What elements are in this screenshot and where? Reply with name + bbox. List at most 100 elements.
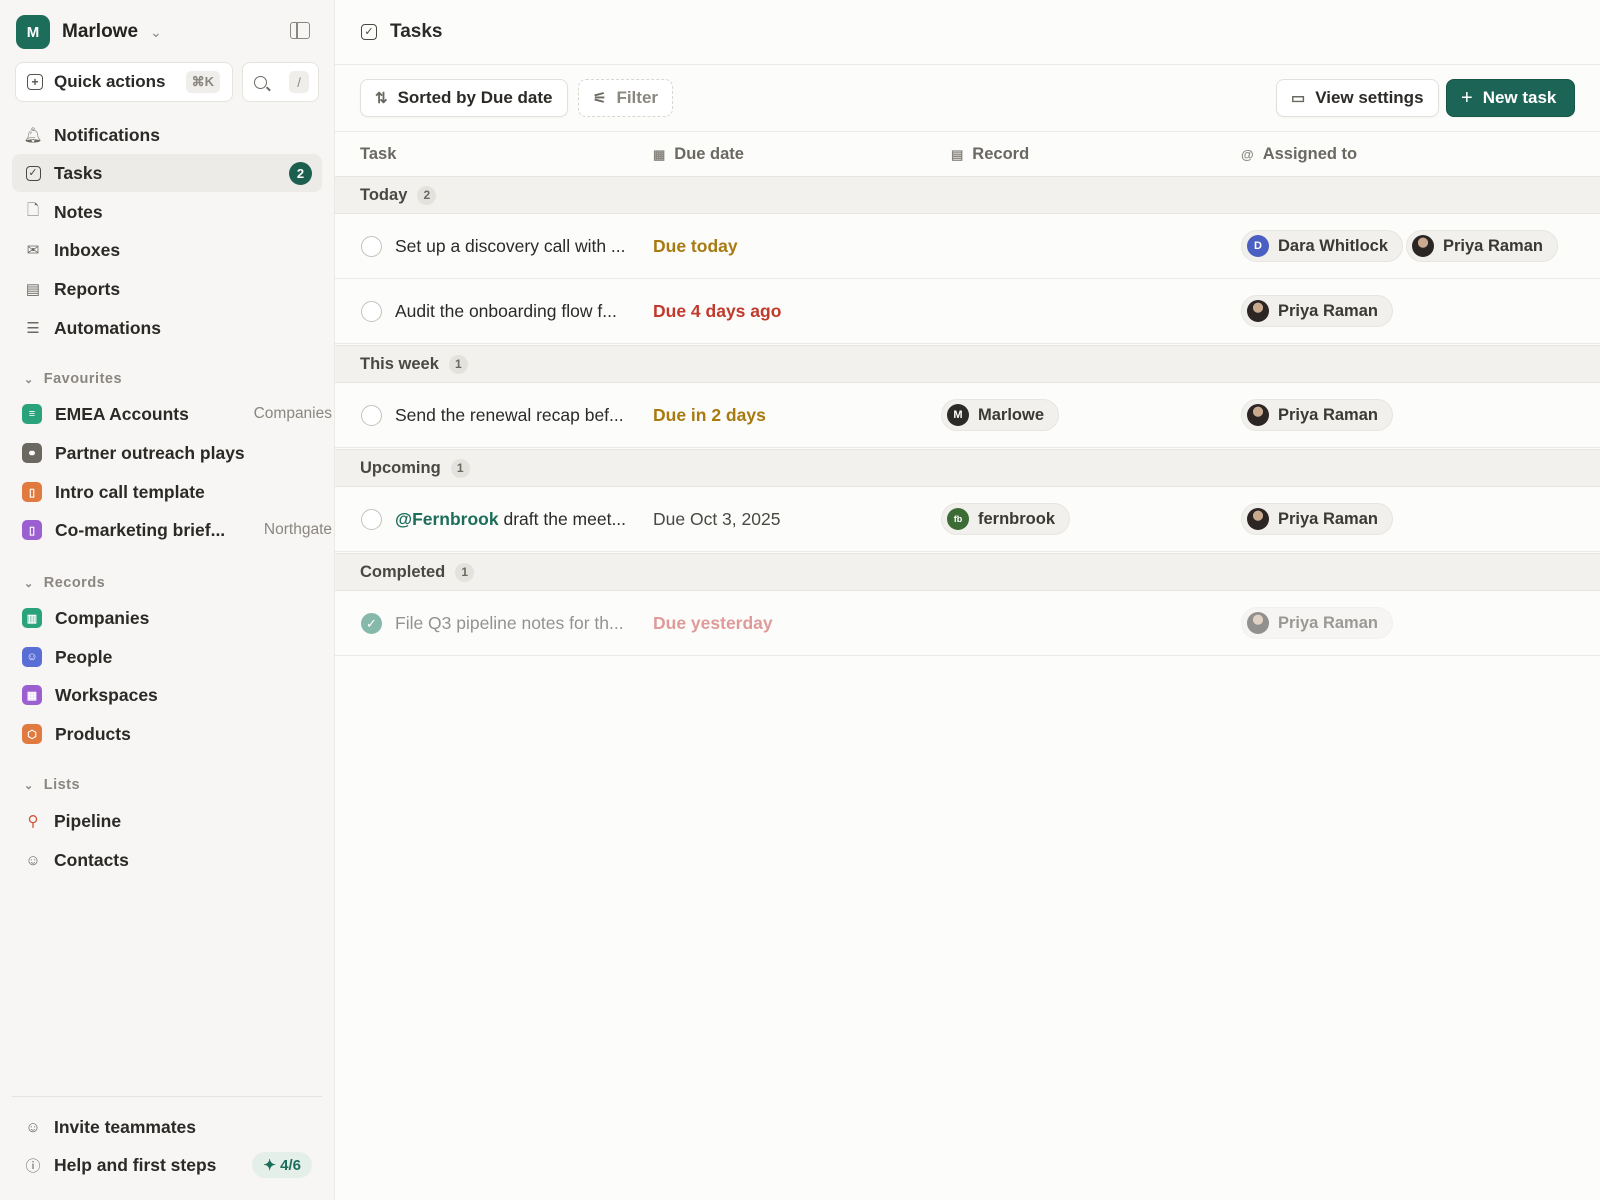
table-row[interactable]: Send the renewal recap bef... Due in 2 da… (335, 383, 1600, 448)
task-checkbox[interactable] (361, 509, 382, 530)
column-label: Assigned to (1262, 145, 1358, 163)
favourites-section-toggle[interactable]: ⌄ Favourites (24, 369, 122, 389)
nav-tasks[interactable]: ✓ Tasks 2 (12, 154, 322, 192)
due-date: Due in 2 days (653, 405, 766, 425)
nav-automations[interactable]: ☰ Automations (12, 309, 322, 347)
record-label: People (55, 646, 113, 667)
record-name: Marlowe (978, 405, 1045, 424)
nav-label: Automations (54, 317, 161, 338)
due-date: Due yesterday (653, 613, 773, 633)
assignee-avatar (1412, 235, 1434, 257)
table-row[interactable]: ✓ File Q3 pipeline notes for th... Due yes… (335, 591, 1600, 656)
group-header[interactable]: Today 2 (335, 176, 1600, 214)
column-task[interactable]: Task (360, 145, 396, 164)
task-checkbox[interactable] (361, 301, 382, 322)
assignee-name: Priya Raman (1443, 236, 1543, 255)
list-contacts[interactable]: ☺ Contacts (12, 841, 322, 879)
task-checkbox[interactable] (361, 405, 382, 426)
task-text: Audit the onboarding flow f... (395, 301, 617, 321)
assignee-chip[interactable]: Priya Raman (1241, 399, 1393, 431)
record-workspaces[interactable]: ▦ Workspaces (22, 676, 322, 714)
nav-label: Notes (54, 201, 103, 222)
quick-actions-label: Quick actions (54, 72, 166, 91)
quick-actions-button[interactable]: + Quick actions ⌘K (15, 62, 233, 102)
table-row[interactable]: Set up a discovery call with ... Due toda… (335, 214, 1600, 279)
assignee-chip[interactable]: Priya Raman (1241, 295, 1393, 327)
toggle-sidebar-icon[interactable] (290, 22, 310, 39)
nav-notes[interactable]: 🗋 Notes (12, 193, 322, 231)
task-title[interactable]: @Fernbrook draft the meet... (395, 509, 635, 530)
favourite-intro-call[interactable]: ▯ Intro call template (22, 473, 322, 511)
group-header[interactable]: Upcoming 1 (335, 449, 1600, 487)
lists-section-toggle[interactable]: ⌄ Lists (24, 775, 80, 795)
favourite-emea-accounts[interactable]: ≡ EMEA Accounts Companies (22, 395, 332, 433)
task-title[interactable]: Set up a discovery call with ... (395, 236, 635, 257)
chevron-down-icon: ⌄ (150, 23, 162, 40)
assignee-avatar: D (1247, 235, 1269, 257)
column-record[interactable]: ▤ Record (951, 145, 1029, 164)
task-checkbox[interactable] (361, 236, 382, 257)
task-title[interactable]: File Q3 pipeline notes for th... (395, 613, 635, 634)
nav-label: Reports (54, 278, 121, 299)
group-label: Today (360, 185, 408, 204)
table-row[interactable]: Audit the onboarding flow f... Due 4 days… (335, 279, 1600, 344)
record-products[interactable]: ⬡ Products (22, 715, 322, 753)
list-icon: ≡ (22, 404, 42, 424)
task-title[interactable]: Send the renewal recap bef... (395, 405, 635, 426)
group-count: 2 (417, 185, 437, 205)
favourite-partner-outreach[interactable]: ⚭ Partner outreach plays (22, 434, 322, 472)
nav-inboxes[interactable]: ✉ Inboxes (12, 231, 322, 269)
nav-label: Inboxes (54, 239, 121, 260)
table-row[interactable]: @Fernbrook draft the meet... Due Oct 3, 2… (335, 487, 1600, 552)
pin-icon: ⚲ (27, 813, 39, 830)
column-assigned-to[interactable]: @ Assigned to (1241, 145, 1357, 164)
chart-icon: ▤ (25, 281, 41, 298)
records-section-toggle[interactable]: ⌄ Records (24, 573, 105, 593)
task-check-icon: ✓ (24, 165, 42, 181)
filter-button[interactable]: ⚟ Filter (578, 79, 674, 117)
task-checkbox[interactable]: ✓ (361, 613, 382, 634)
task-check-icon: ✓ (361, 24, 377, 40)
list-pipeline[interactable]: ⚲ Pipeline (12, 802, 322, 840)
group-header[interactable]: Completed 1 (335, 553, 1600, 591)
sort-label: Sorted by Due date (397, 88, 553, 107)
assignee-chip[interactable]: Priya Raman (1241, 607, 1393, 639)
search-button[interactable]: / (242, 62, 319, 102)
assignee-chip[interactable]: Priya Raman (1406, 230, 1558, 262)
record-chip[interactable]: fb fernbrook (941, 503, 1071, 535)
assignee-chip[interactable]: Priya Raman (1241, 503, 1393, 535)
workspace-switcher[interactable]: M Marlowe ⌄ (16, 15, 162, 49)
assignee-name: Priya Raman (1278, 509, 1378, 528)
automation-icon: ☰ (26, 320, 40, 337)
tasks-count-badge: 2 (289, 161, 312, 185)
group-label: This week (360, 354, 439, 373)
progress-value: 4/6 (280, 1157, 301, 1174)
column-due-date[interactable]: ▦ Due date (653, 145, 744, 164)
task-mention[interactable]: @Fernbrook (395, 509, 499, 529)
toolbar: ⇅ Sorted by Due date ⚟ Filter ▭ View set… (335, 65, 1600, 132)
record-avatar: M (947, 404, 969, 426)
main-content: ✓ Tasks ⇅ Sorted by Due date ⚟ Filter ▭ … (335, 0, 1600, 1200)
table-view-icon: ▭ (1291, 90, 1306, 107)
workspace-icon: ▦ (22, 685, 42, 705)
help-first-steps-button[interactable]: ⓘ Help and first steps ✦ 4/6 (12, 1146, 322, 1184)
at-icon: @ (1241, 147, 1254, 162)
sort-button[interactable]: ⇅ Sorted by Due date (360, 79, 568, 117)
favourite-label: Partner outreach plays (55, 442, 245, 463)
column-label: Task (360, 145, 397, 163)
task-title[interactable]: Audit the onboarding flow f... (395, 301, 635, 322)
record-companies[interactable]: ▥ Companies (22, 599, 322, 637)
nav-reports[interactable]: ▤ Reports (12, 270, 322, 308)
invite-teammates-button[interactable]: ☺ Invite teammates (12, 1108, 322, 1146)
record-chip[interactable]: M Marlowe (941, 399, 1060, 431)
assignee-chip[interactable]: D Dara Whitlock (1241, 230, 1404, 262)
new-task-button[interactable]: + New task (1446, 79, 1575, 117)
task-text: File Q3 pipeline notes for th... (395, 613, 624, 633)
view-settings-button[interactable]: ▭ View settings (1276, 79, 1439, 117)
favourite-co-marketing[interactable]: ▯ Co-marketing brief... Northgate (22, 511, 332, 549)
mail-icon: ✉ (26, 242, 40, 259)
nav-label: Tasks (54, 162, 103, 183)
group-header[interactable]: This week 1 (335, 345, 1600, 383)
record-people[interactable]: ☺ People (22, 638, 322, 676)
nav-notifications[interactable]: 🔔︎ Notifications (12, 116, 322, 154)
